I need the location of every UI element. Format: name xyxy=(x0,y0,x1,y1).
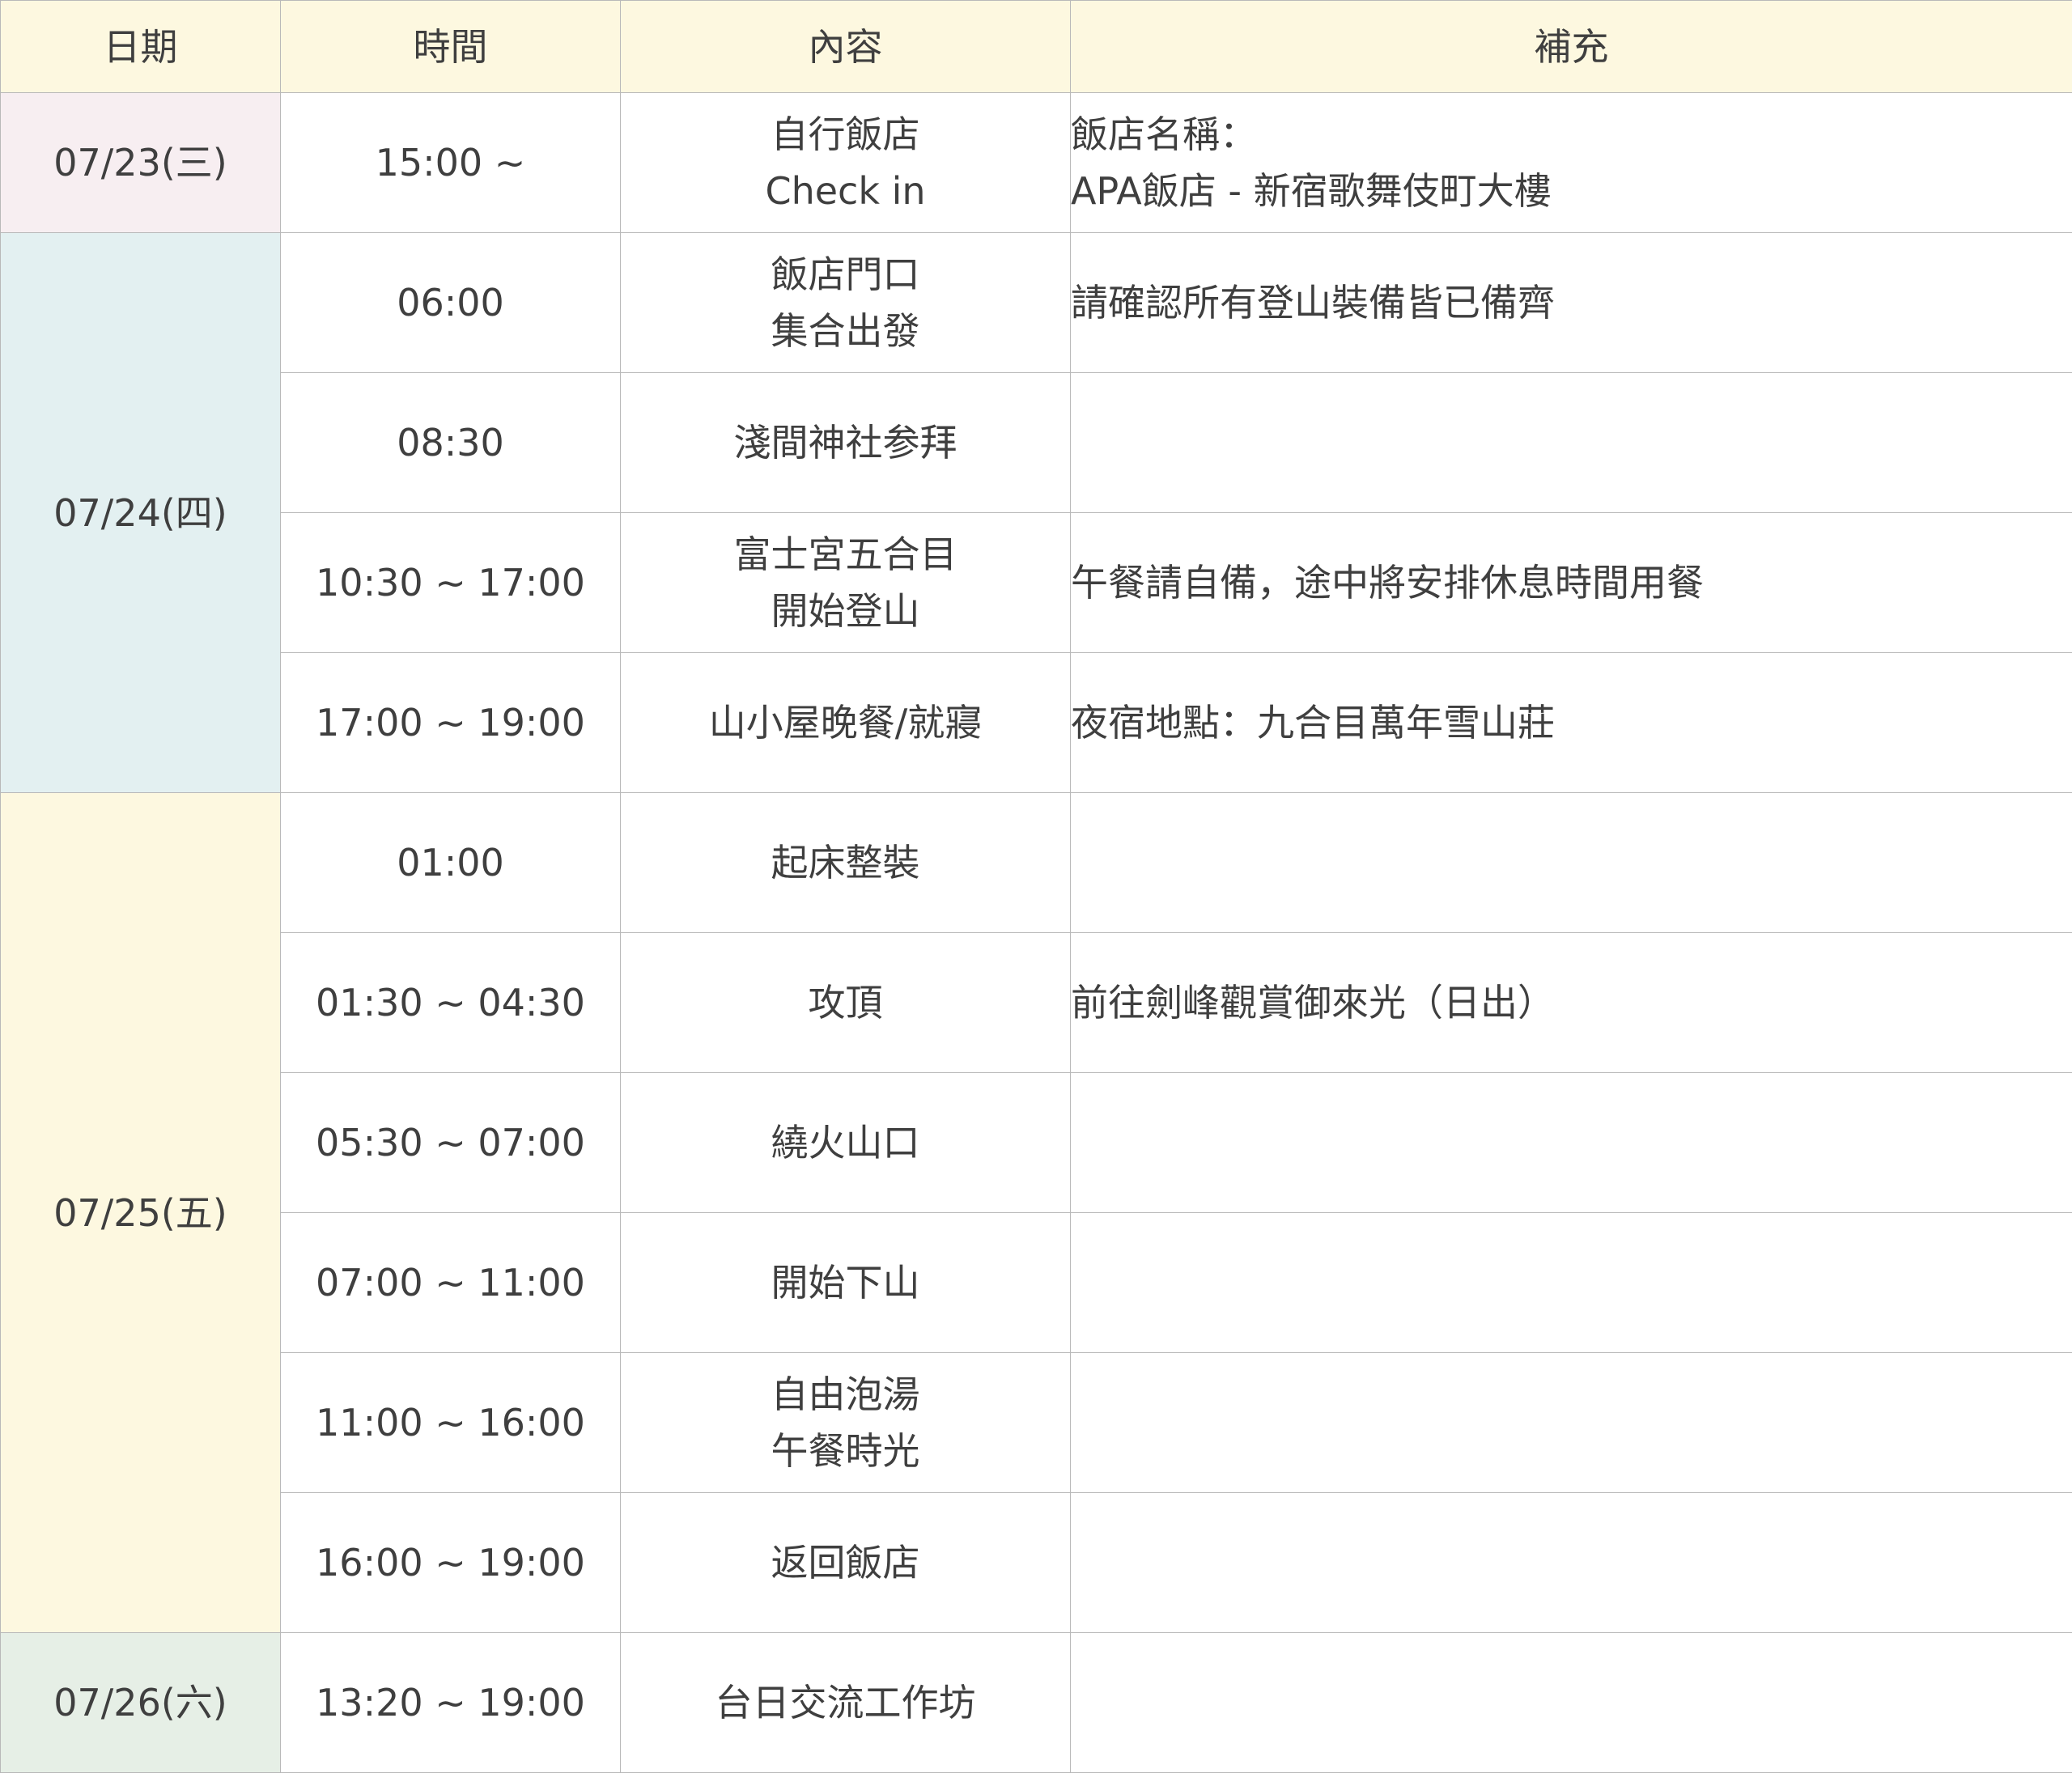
content-cell: 富士宮五合目 開始登山 xyxy=(620,512,1071,653)
time-cell: 16:00 ~ 19:00 xyxy=(280,1492,621,1633)
time-cell: 11:00 ~ 16:00 xyxy=(280,1352,621,1493)
time-cell: 17:00 ~ 19:00 xyxy=(280,652,621,793)
time-cell: 15:00 ~ xyxy=(280,92,621,233)
time-cell: 01:30 ~ 04:30 xyxy=(280,932,621,1073)
content-cell: 自行飯店 Check in xyxy=(620,92,1071,233)
content-line: 富士宮五合目 xyxy=(733,532,957,576)
itinerary-table: 日期 時間 內容 補充 07/23(三) 15:00 ~ 自行飯店 Check … xyxy=(0,0,2072,1773)
time-cell: 08:30 xyxy=(280,372,621,513)
content-line: 開始登山 xyxy=(771,589,920,633)
content-line: 自行飯店 xyxy=(771,112,920,156)
note-cell: 前往劍峰觀賞御來光（日出） xyxy=(1070,932,2072,1073)
table-row: 07/24(四) 06:00 飯店門口 集合出發 請確認所有登山裝備皆已備齊 xyxy=(0,232,2072,793)
table-row: 05:30 ~ 07:00 繞火山口 xyxy=(1,1072,2072,1213)
table-row: 07/25(五) 01:00 起床整裝 xyxy=(0,792,2072,1633)
content-cell: 開始下山 xyxy=(620,1212,1071,1353)
table-row: 07/23(三) 15:00 ~ 自行飯店 Check in 飯店名稱： APA… xyxy=(0,92,2072,233)
content-line: 午餐時光 xyxy=(771,1429,920,1473)
content-cell: 自由泡湯 午餐時光 xyxy=(620,1352,1071,1493)
table-row: 07:00 ~ 11:00 開始下山 xyxy=(1,1212,2072,1353)
time-cell: 06:00 xyxy=(280,232,621,373)
header-content: 內容 xyxy=(620,0,1071,93)
note-line: 飯店名稱： xyxy=(1071,112,1257,156)
content-line: 飯店門口 xyxy=(771,252,920,296)
content-cell: 攻頂 xyxy=(620,932,1071,1073)
time-cell: 05:30 ~ 07:00 xyxy=(280,1072,621,1213)
table-row: 17:00 ~ 19:00 山小屋晚餐/就寢 夜宿地點：九合目萬年雪山莊 xyxy=(1,652,2072,793)
note-cell xyxy=(1070,1492,2072,1633)
header-time: 時間 xyxy=(280,0,621,93)
note-cell xyxy=(1070,372,2072,513)
table-row: 10:30 ~ 17:00 富士宮五合目 開始登山 午餐請自備，途中將安排休息時… xyxy=(1,512,2072,653)
note-cell: 請確認所有登山裝備皆已備齊 xyxy=(1070,232,2072,373)
content-line: 集合出發 xyxy=(771,309,920,353)
date-cell: 07/24(四) xyxy=(0,232,281,793)
note-cell xyxy=(1070,1632,2072,1773)
note-cell: 午餐請自備，途中將安排休息時間用餐 xyxy=(1070,512,2072,653)
date-cell: 07/23(三) xyxy=(0,92,281,233)
time-cell: 01:00 xyxy=(280,792,621,933)
note-line: APA飯店 - 新宿歌舞伎町大樓 xyxy=(1071,169,1552,213)
content-cell: 台日交流工作坊 xyxy=(620,1632,1071,1773)
table-row: 11:00 ~ 16:00 自由泡湯 午餐時光 xyxy=(1,1352,2072,1493)
content-cell: 山小屋晚餐/就寢 xyxy=(620,652,1071,793)
content-cell: 飯店門口 集合出發 xyxy=(620,232,1071,373)
content-cell: 返回飯店 xyxy=(620,1492,1071,1633)
note-cell xyxy=(1070,792,2072,933)
header-date: 日期 xyxy=(0,0,281,93)
time-cell: 07:00 ~ 11:00 xyxy=(280,1212,621,1353)
date-cell: 07/26(六) xyxy=(0,1632,281,1773)
note-cell xyxy=(1070,1212,2072,1353)
content-cell: 繞火山口 xyxy=(620,1072,1071,1213)
content-line: Check in xyxy=(765,169,926,213)
note-cell xyxy=(1070,1352,2072,1493)
time-cell: 10:30 ~ 17:00 xyxy=(280,512,621,653)
table-row: 07/26(六) 13:20 ~ 19:00 台日交流工作坊 xyxy=(0,1632,2072,1773)
content-line: 自由泡湯 xyxy=(771,1372,920,1416)
content-cell: 淺間神社参拜 xyxy=(620,372,1071,513)
table-row: 16:00 ~ 19:00 返回飯店 xyxy=(1,1492,2072,1633)
header-note: 補充 xyxy=(1070,0,2072,93)
date-cell: 07/25(五) xyxy=(0,792,281,1633)
table-row: 01:30 ~ 04:30 攻頂 前往劍峰觀賞御來光（日出） xyxy=(1,932,2072,1073)
header-row: 日期 時間 內容 補充 xyxy=(0,0,2072,93)
content-cell: 起床整裝 xyxy=(620,792,1071,933)
note-cell: 飯店名稱： APA飯店 - 新宿歌舞伎町大樓 xyxy=(1070,92,2072,233)
note-cell: 夜宿地點：九合目萬年雪山莊 xyxy=(1070,652,2072,793)
time-cell: 13:20 ~ 19:00 xyxy=(280,1632,621,1773)
note-cell xyxy=(1070,1072,2072,1213)
table-row: 08:30 淺間神社参拜 xyxy=(1,372,2072,513)
